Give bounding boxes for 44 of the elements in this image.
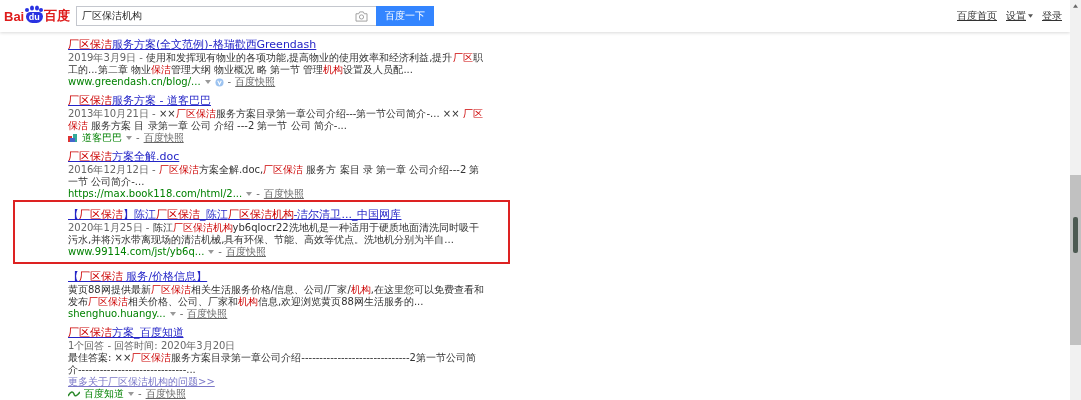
result-title-link[interactable]: 厂区保洁服务方案 - 道客巴巴 xyxy=(68,94,488,108)
cache-link[interactable]: 百度快照 xyxy=(143,132,184,144)
result-snippet: 2016年12月12日 - 厂区保洁方案全解.doc,厂区保洁 服务方 案目 录 第一章 公司介绍---2 第一节 公司简介-... xyxy=(68,164,481,188)
result-title-link[interactable]: 【厂区保洁】陈江厂区保洁_陈江厂区保洁机构-洁尔清卫..._中国网库 xyxy=(68,208,488,222)
search-button[interactable]: 百度一下 xyxy=(376,6,435,26)
separator-text: - xyxy=(218,246,222,258)
cache-link[interactable]: 百度快照 xyxy=(145,388,186,400)
header-link[interactable]: 百度首页 xyxy=(957,9,997,23)
separator-text: - xyxy=(136,132,140,144)
cache-link[interactable]: 百度快照 xyxy=(225,246,266,258)
more-questions-link[interactable]: 更多关于厂区保洁机构的问题>> xyxy=(68,376,215,388)
answer-meta: 1个回答 - 回答时间: 2020年3月20日 xyxy=(68,340,237,352)
result-snippet: 2020年1月25日 - 陈江厂区保洁机构yb6qlocr22洗地机是一种适用于硬质地面清洗同时吸干污水,并将污水带离现场的清洁机械,具有环保、节能、高效等优点。洗地机分别为半自... xyxy=(68,222,480,246)
camera-icon[interactable] xyxy=(355,11,369,22)
result-snippet: 2019年3月9日 - 使用和发挥现有物业的各项功能,提高物业的使用效率和经济利益,提升厂区职工的...第二章 物业保洁管理大纲 物业概况 略 第一节 管理机构设置及人员配... xyxy=(68,52,484,76)
search-field[interactable]: 厂区保洁机构 xyxy=(76,6,377,26)
source-url[interactable]: www.greendash.cn/blog/... xyxy=(68,76,201,88)
cache-link[interactable]: 百度快照 xyxy=(235,76,276,88)
source-url[interactable]: www.99114.com/jst/yb6q... xyxy=(68,246,205,258)
separator-text: - xyxy=(256,188,260,200)
result-snippet: 黄页88网提供最新厂区保洁相关生活服务价格/信息、公司/厂家/机构,在这里您可以免费查看和发布厂区保洁相关价格、公司、厂家和机构信息,欢迎浏览黄页88网生活服务的... xyxy=(68,284,486,308)
result-title-link[interactable]: 厂区保洁服务方案(全文范例)-格瑞歡西Greendash xyxy=(68,38,488,52)
source-url[interactable]: shenghuo.huangy... xyxy=(68,308,166,320)
header-link[interactable]: 登录 xyxy=(1042,9,1062,23)
verified-icon[interactable] xyxy=(214,77,224,87)
scrollbar[interactable] xyxy=(1070,0,1081,400)
separator-text: - xyxy=(179,308,184,320)
separator-text: - xyxy=(138,388,142,400)
result-snippet: 2013年10月21日 - ××厂区保洁服务方案目录第一章公司介绍---第一节公司简介-... ×× 厂区保洁 服务方案 目 录第一章 公司 介绍 ---2 第一节 公司 简介-... xyxy=(68,108,484,132)
cache-link[interactable]: 百度快照 xyxy=(263,188,304,200)
caret-icon[interactable] xyxy=(1028,14,1033,18)
cache-link[interactable]: 百度快照 xyxy=(187,308,228,320)
scroll-up-icon[interactable] xyxy=(1073,4,1078,8)
separator-text: - xyxy=(227,76,232,88)
baidu-logo[interactable]: Bai du 百度 xyxy=(4,7,71,25)
source-url[interactable]: https://max.book118.com/html/2... xyxy=(68,188,243,200)
result-title-link[interactable]: 厂区保洁方案全解.doc xyxy=(68,150,488,164)
header-link[interactable]: 设置 xyxy=(1006,9,1026,23)
source-url[interactable]: 百度知道 xyxy=(84,388,124,400)
result-snippet: 最佳答案: ××厂区保洁服务方案目录第一章公司介绍------------------------------2第一节公司简介------------------------------... xyxy=(68,352,477,376)
site-logo-icon xyxy=(68,133,78,143)
source-url[interactable]: 道客巴巴 xyxy=(82,132,122,144)
wave-icon xyxy=(68,390,80,398)
result-title-link[interactable]: 厂区保洁方案_百度知道 xyxy=(68,326,488,340)
